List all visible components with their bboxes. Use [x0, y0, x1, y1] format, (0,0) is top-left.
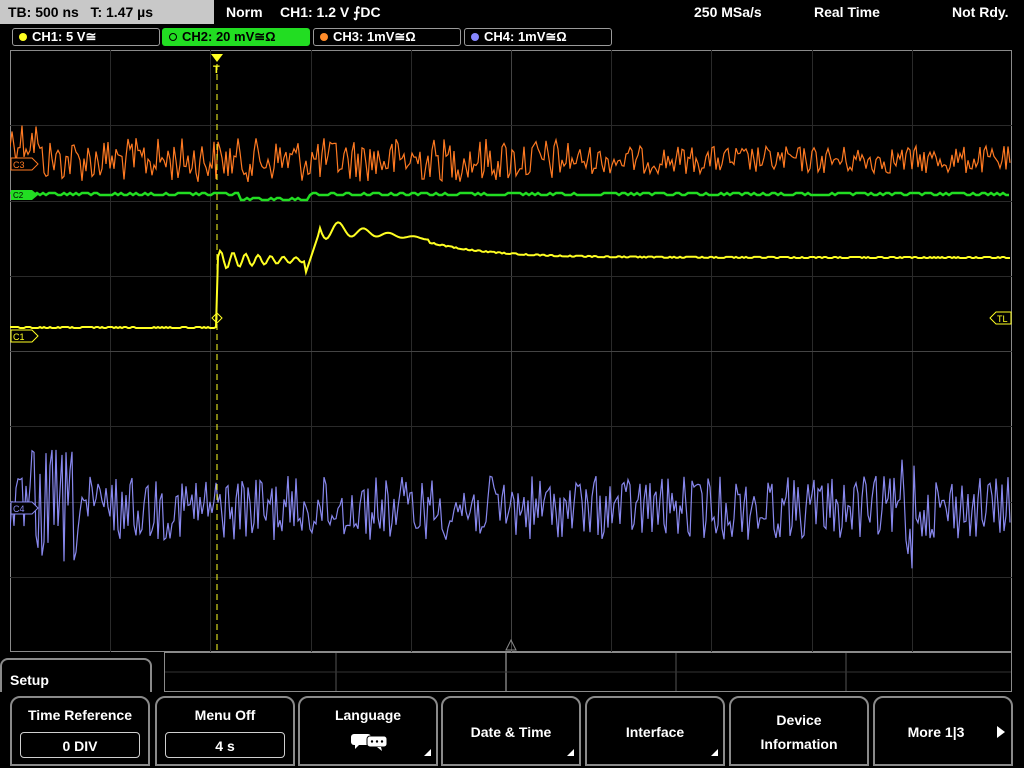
waveform-display[interactable]: T C3 C2 C1 C4 TL [10, 50, 1012, 652]
submenu-indicator-icon [424, 749, 431, 756]
softkey-title: Language [334, 707, 402, 723]
channel-dot-icon [19, 33, 27, 41]
softkey-title: Interface [625, 724, 685, 740]
softkey-bar: Time Reference 0 DIV Menu Off 4 s Langua… [0, 696, 1024, 768]
channel-dot-icon [320, 33, 328, 41]
channel-tab-ch4[interactable]: CH4: 1mV≅Ω [464, 28, 612, 46]
trigger-position-label: T [213, 64, 220, 76]
channel-dot-icon [169, 33, 177, 41]
acquisition-mode[interactable]: Real Time [814, 0, 880, 24]
submenu-indicator-icon [567, 749, 574, 756]
trigger-mode[interactable]: Norm [226, 0, 263, 24]
channel-tab-ch2[interactable]: CH2: 20 mV≅Ω [162, 28, 310, 46]
channel-label: CH4: 1mV≅Ω [484, 29, 567, 44]
interface-softkey[interactable]: Interface [585, 696, 725, 766]
time-reference-value[interactable]: 0 DIV [20, 732, 140, 758]
channel-label: CH3: 1mV≅Ω [333, 29, 416, 44]
channel-bar: CH1: 5 V≅ CH2: 20 mV≅Ω CH3: 1mV≅Ω CH4: 1… [0, 26, 1024, 48]
zoom-strip [164, 652, 1012, 692]
device-information-softkey[interactable]: Device Information [729, 696, 869, 766]
ch3-marker-label: C3 [13, 160, 25, 170]
menu-area: Setup Time Reference 0 DIV Menu Off 4 s … [0, 652, 1024, 768]
trigger-level-label: TL [997, 314, 1008, 324]
sample-rate: 250 MSa/s [694, 4, 762, 20]
channel-label: CH2: 20 mV≅Ω [182, 29, 276, 44]
arrow-right-icon [997, 726, 1005, 738]
timebase-readout[interactable]: TB: 500 ns T: 1.47 µs [0, 0, 214, 24]
time-reference-softkey[interactable]: Time Reference 0 DIV [10, 696, 150, 766]
speech-bubble-icon [351, 734, 388, 751]
language-softkey[interactable]: Language [298, 696, 438, 766]
trigger-readout[interactable]: CH1: 1.2 V ⨍DC [280, 0, 381, 24]
softkey-title-line1: Device [776, 712, 822, 728]
softkey-title: Date & Time [470, 724, 552, 740]
ch4-marker-label: C4 [13, 504, 25, 514]
menu-title: Setup [0, 658, 152, 692]
submenu-indicator-icon [711, 749, 718, 756]
channel-tab-ch1[interactable]: CH1: 5 V≅ [12, 28, 160, 46]
zoom-strip-graticule [165, 653, 1011, 691]
status-bar: TB: 500 ns T: 1.47 µs Norm CH1: 1.2 V ⨍D… [0, 0, 1024, 24]
date-time-softkey[interactable]: Date & Time [441, 696, 581, 766]
softkey-title: Time Reference [27, 707, 132, 723]
acquisition-state: Not Rdy. [952, 4, 1009, 20]
softkey-title: Menu Off [194, 707, 256, 723]
more-softkey[interactable]: More 1|3 [873, 696, 1013, 766]
ch1-marker-label: C1 [13, 332, 25, 342]
channel-label: CH1: 5 V≅ [32, 29, 97, 44]
menu-off-softkey[interactable]: Menu Off 4 s [155, 696, 295, 766]
channel-tab-ch3[interactable]: CH3: 1mV≅Ω [313, 28, 461, 46]
menu-off-value[interactable]: 4 s [165, 732, 285, 758]
softkey-title-line2: Information [760, 736, 838, 752]
channel-dot-icon [471, 33, 479, 41]
ch2-marker-label: C2 [13, 191, 24, 200]
softkey-title: More 1|3 [907, 724, 965, 740]
